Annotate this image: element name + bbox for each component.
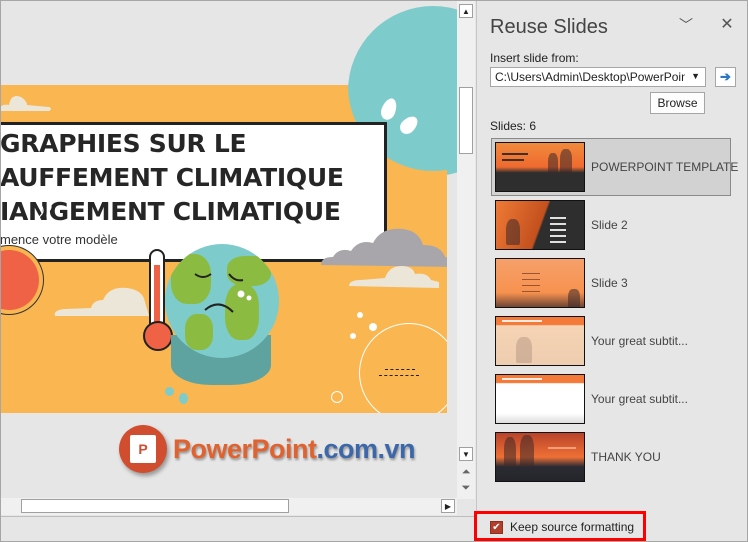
slide-name: Your great subtit...	[591, 392, 688, 406]
slide-name: Your great subtit...	[591, 334, 688, 348]
slide-name: POWERPOINT TEMPLATE	[591, 160, 739, 174]
slide-list-item[interactable]: POWERPOINT TEMPLATE	[491, 138, 738, 196]
go-arrow-button[interactable]: ➔	[715, 67, 736, 87]
slide-list-item[interactable]: Your great subtit...	[491, 312, 731, 370]
decor-drop	[165, 387, 174, 396]
slide-list-item[interactable]: Your great subtit...	[491, 370, 731, 428]
slide-thumbnail	[495, 258, 585, 308]
decor-dot	[369, 323, 377, 331]
file-path-value: C:\Users\Admin\Desktop\PowerPoint	[495, 70, 685, 84]
slide-list: POWERPOINT TEMPLATE Slide 2 Slide 3 Your…	[491, 138, 738, 486]
slide-editor[interactable]: GRAPHIES SUR LE AUFFEMENT CLIMATIQUE IAN…	[1, 1, 457, 499]
slide-name: THANK YOU	[591, 450, 661, 464]
current-slide[interactable]: GRAPHIES SUR LE AUFFEMENT CLIMATIQUE IAN…	[1, 85, 447, 413]
vertical-scroll-thumb[interactable]	[459, 87, 473, 154]
decor-ring	[359, 323, 447, 413]
watermark-text-domain: .com.vn	[316, 433, 416, 464]
next-slide-button[interactable]: ⏷	[460, 481, 472, 495]
decor-dash	[379, 375, 419, 376]
insert-slide-from-label: Insert slide from:	[490, 51, 579, 65]
slide-list-item[interactable]: Slide 2	[491, 196, 731, 254]
slide-thumbnail	[495, 432, 585, 482]
slide-list-item[interactable]: THANK YOU	[491, 428, 731, 486]
horizontal-scroll-thumb[interactable]	[21, 499, 289, 513]
title-line-1: GRAPHIES SUR LE	[1, 129, 247, 158]
slide-name: Slide 2	[591, 218, 628, 232]
reuse-slides-pane: Reuse Slides ﹀ ✕ Insert slide from: C:\U…	[474, 1, 747, 541]
previous-slide-button[interactable]: ⏶	[460, 465, 472, 479]
keep-source-formatting-label[interactable]: Keep source formatting	[510, 520, 634, 534]
title-line-2: AUFFEMENT CLIMATIQUE	[1, 163, 344, 192]
slides-count: Slides: 6	[490, 119, 537, 133]
dropdown-arrow-icon[interactable]: ▼	[691, 71, 700, 81]
chevron-down-icon[interactable]: ﹀	[677, 15, 695, 33]
powerpoint-window: GRAPHIES SUR LE AUFFEMENT CLIMATIQUE IAN…	[0, 0, 748, 542]
close-icon[interactable]: ✕	[718, 14, 736, 33]
vertical-scrollbar[interactable]: ▲ ▼ ⏶ ⏷	[457, 1, 475, 499]
decor-ring	[331, 391, 343, 403]
slide-thumbnail	[495, 374, 585, 424]
powerpoint-logo-icon: P	[119, 425, 167, 473]
thermometer-bulb	[143, 321, 173, 351]
scroll-down-button[interactable]: ▼	[459, 447, 473, 461]
scroll-right-button[interactable]: ▶	[441, 499, 455, 513]
keep-source-formatting-checkbox[interactable]: ✔	[490, 521, 503, 534]
subtitle: mence votre modèle	[1, 232, 118, 247]
slide-name: Slide 3	[591, 276, 628, 290]
cloud-icon	[54, 287, 149, 316]
divider	[1, 516, 477, 517]
pane-title: Reuse Slides	[490, 16, 608, 38]
decor-dot	[357, 312, 363, 318]
slide-thumbnail	[495, 200, 585, 250]
decor-dash	[385, 369, 415, 370]
slide-thumbnail	[495, 316, 585, 366]
slide-list-item[interactable]: Slide 3	[491, 254, 731, 312]
cloud-icon	[1, 96, 51, 111]
slide-thumbnail	[495, 142, 585, 192]
watermark-text-main: PowerPoint	[173, 433, 317, 464]
horizontal-scrollbar[interactable]: ▶	[1, 498, 457, 515]
watermark: P PowerPoint .com.vn	[119, 425, 416, 473]
earth-icon	[165, 244, 279, 358]
decor-drop	[179, 393, 188, 404]
cloud-icon	[349, 266, 439, 288]
heat-waves-icon	[38, 200, 52, 226]
decor-dot	[350, 333, 356, 339]
browse-button[interactable]: Browse	[650, 92, 705, 114]
file-path-combobox[interactable]: C:\Users\Admin\Desktop\PowerPoint ▼	[490, 67, 706, 87]
scroll-up-button[interactable]: ▲	[459, 4, 473, 18]
